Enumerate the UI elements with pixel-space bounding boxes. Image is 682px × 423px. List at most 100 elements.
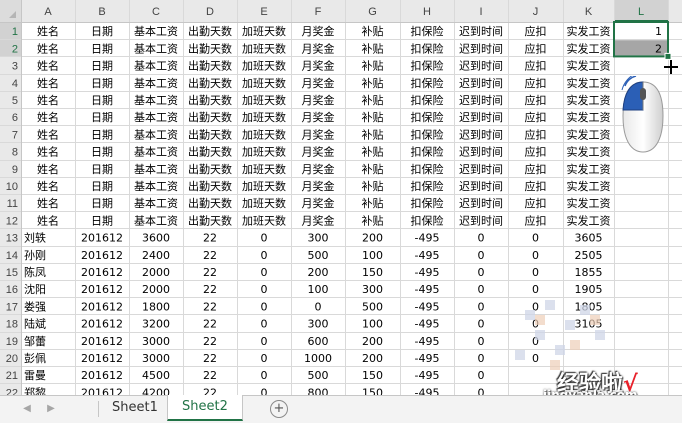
- tab-sheet2[interactable]: Sheet2: [167, 395, 243, 421]
- cell[interactable]: 基本工资: [134, 145, 178, 159]
- row-number-19[interactable]: 19: [6, 336, 18, 348]
- cell[interactable]: 姓名: [37, 213, 59, 227]
- cell[interactable]: 补贴: [362, 213, 384, 227]
- row-number-20[interactable]: 20: [6, 353, 18, 365]
- cell[interactable]: 扣保险: [411, 41, 444, 55]
- cell[interactable]: 2400: [142, 249, 170, 262]
- cell[interactable]: 200: [362, 232, 383, 245]
- cell[interactable]: 200: [362, 335, 383, 348]
- cell[interactable]: 姓名: [37, 76, 59, 90]
- cell[interactable]: 3000: [142, 352, 170, 365]
- cell[interactable]: 日期: [91, 60, 113, 73]
- row-number-21[interactable]: 21: [6, 370, 18, 382]
- cell[interactable]: 姓名: [37, 41, 59, 55]
- cell[interactable]: 0: [478, 232, 485, 245]
- cell[interactable]: 0: [478, 369, 485, 382]
- cell[interactable]: 加班天数: [242, 111, 286, 124]
- cell[interactable]: 0: [261, 266, 268, 279]
- cell[interactable]: 应扣: [525, 162, 547, 176]
- cell[interactable]: 应扣: [525, 59, 547, 73]
- cell[interactable]: 201612: [81, 318, 123, 331]
- cell[interactable]: 22: [203, 352, 217, 365]
- cell[interactable]: 月奖金: [302, 145, 335, 159]
- row-number-15[interactable]: 15: [6, 267, 18, 279]
- cell[interactable]: 3200: [142, 318, 170, 331]
- cell[interactable]: 日期: [91, 197, 113, 210]
- cell[interactable]: 姓名: [37, 59, 59, 73]
- cell[interactable]: 基本工资: [134, 162, 178, 176]
- cell[interactable]: 补贴: [362, 59, 384, 73]
- cell[interactable]: 迟到时间: [459, 111, 503, 124]
- cell[interactable]: 应扣: [525, 76, 547, 90]
- cell[interactable]: 实发工资: [567, 162, 611, 176]
- cell[interactable]: 实发工资: [567, 93, 611, 107]
- cell[interactable]: 日期: [91, 163, 113, 176]
- cell[interactable]: 4500: [142, 369, 170, 382]
- cell[interactable]: 迟到时间: [459, 197, 503, 210]
- cell[interactable]: 200: [308, 266, 329, 279]
- cell[interactable]: 201612: [81, 300, 123, 313]
- cell[interactable]: 迟到时间: [459, 146, 503, 159]
- cell[interactable]: 扣保险: [411, 59, 444, 73]
- cell[interactable]: 扣保险: [411, 127, 444, 141]
- cell[interactable]: 月奖金: [302, 127, 335, 141]
- row-number-2[interactable]: 2: [12, 43, 18, 55]
- add-sheet-icon[interactable]: +: [270, 400, 288, 418]
- cell[interactable]: 实发工资: [567, 196, 611, 210]
- cell[interactable]: 日期: [91, 25, 113, 38]
- cell[interactable]: 日期: [91, 111, 113, 124]
- cell[interactable]: 实发工资: [567, 76, 611, 90]
- cell[interactable]: 陈凤: [24, 265, 46, 279]
- cell[interactable]: 实发工资: [567, 24, 611, 38]
- cell[interactable]: 补贴: [362, 110, 384, 124]
- cell[interactable]: 扣保险: [411, 24, 444, 38]
- cell[interactable]: 4200: [142, 386, 170, 395]
- cell[interactable]: 出勤天数: [188, 179, 232, 193]
- cell[interactable]: 22: [203, 318, 217, 331]
- row-number-10[interactable]: 10: [6, 181, 18, 193]
- cell[interactable]: 22: [203, 300, 217, 313]
- cell[interactable]: 0: [261, 249, 268, 262]
- cell[interactable]: 出勤天数: [188, 93, 232, 107]
- cell[interactable]: 扣保险: [411, 213, 444, 227]
- cell[interactable]: 姓名: [37, 24, 59, 38]
- cell[interactable]: 月奖金: [302, 93, 335, 107]
- cell[interactable]: 月奖金: [302, 110, 335, 124]
- cell[interactable]: 0: [261, 283, 268, 296]
- cell[interactable]: 500: [308, 249, 329, 262]
- cell[interactable]: 加班天数: [242, 128, 286, 141]
- cell[interactable]: 3000: [142, 335, 170, 348]
- cell[interactable]: 基本工资: [134, 93, 178, 107]
- cell[interactable]: 加班天数: [242, 163, 286, 176]
- cell[interactable]: 100: [362, 318, 383, 331]
- cell[interactable]: 201612: [81, 369, 123, 382]
- cell[interactable]: 出勤天数: [188, 145, 232, 159]
- cell[interactable]: 0: [478, 386, 485, 395]
- cell[interactable]: 日期: [91, 214, 113, 227]
- cell[interactable]: 迟到时间: [459, 60, 503, 73]
- cell[interactable]: 300: [308, 232, 329, 245]
- cell[interactable]: 0: [532, 232, 539, 245]
- cell[interactable]: 月奖金: [302, 59, 335, 73]
- cell[interactable]: 月奖金: [302, 213, 335, 227]
- cell[interactable]: 基本工资: [134, 196, 178, 210]
- cell[interactable]: 刘轶: [24, 231, 46, 245]
- cell[interactable]: 加班天数: [242, 146, 286, 159]
- row-number-11[interactable]: 11: [7, 198, 18, 210]
- cell[interactable]: -495: [415, 232, 440, 245]
- cell[interactable]: 迟到时间: [459, 42, 503, 55]
- cell[interactable]: 日期: [91, 77, 113, 90]
- cell[interactable]: 2000: [142, 266, 170, 279]
- cell[interactable]: 22: [203, 283, 217, 296]
- cell[interactable]: 应扣: [525, 145, 547, 159]
- cell[interactable]: 1000: [304, 352, 332, 365]
- cell[interactable]: 月奖金: [302, 41, 335, 55]
- cell[interactable]: 邹蕾: [24, 335, 46, 348]
- cell[interactable]: 陆斌: [24, 317, 46, 331]
- cell[interactable]: 姓名: [37, 162, 59, 176]
- cell[interactable]: 201612: [81, 266, 123, 279]
- cell[interactable]: -495: [415, 266, 440, 279]
- cell[interactable]: 应扣: [525, 24, 547, 38]
- cell[interactable]: 600: [308, 335, 329, 348]
- cell[interactable]: 22: [203, 369, 217, 382]
